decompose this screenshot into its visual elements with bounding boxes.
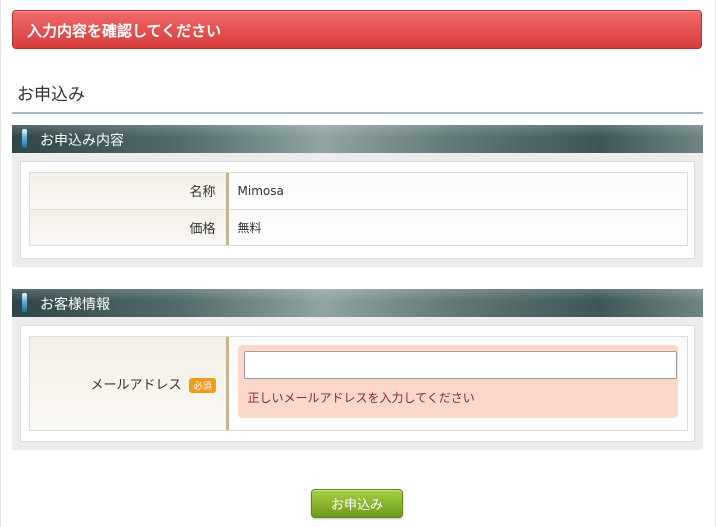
customer-section-body: メールアドレス 必須 正しいメールアドレスを入力してください	[12, 317, 703, 450]
order-table: 名称 Mimosa 価格 無料	[30, 173, 687, 245]
customer-section-panel: メールアドレス 必須 正しいメールアドレスを入力してください	[20, 325, 695, 442]
email-label-cell: メールアドレス 必須	[30, 337, 229, 430]
row-value-price: 無料	[227, 209, 687, 245]
row-value-name: Mimosa	[227, 173, 687, 210]
email-input[interactable]	[243, 351, 677, 379]
table-row: 価格 無料	[30, 209, 687, 245]
required-badge: 必須	[189, 378, 216, 393]
page-title: お申込み	[17, 85, 85, 105]
table-row: 名称 Mimosa	[30, 173, 687, 210]
row-label-price: 価格	[30, 209, 229, 245]
email-label: メールアドレス	[90, 378, 182, 393]
customer-section-title: お客様情報	[40, 297, 110, 313]
order-section-header: お申込み内容	[12, 125, 703, 153]
customer-table-frame: メールアドレス 必須 正しいメールアドレスを入力してください	[29, 336, 688, 431]
section-bar-icon	[22, 293, 27, 312]
table-row: メールアドレス 必須 正しいメールアドレスを入力してください	[30, 337, 687, 430]
customer-table: メールアドレス 必須 正しいメールアドレスを入力してください	[30, 337, 687, 430]
alert-message: 入力内容を確認してください	[27, 22, 222, 40]
title-divider	[12, 112, 703, 114]
customer-section-header: お客様情報	[12, 289, 703, 317]
submit-button[interactable]: お申込み	[311, 489, 403, 518]
row-label-name: 名称	[30, 173, 229, 210]
email-error-box: 正しいメールアドレスを入力してください	[237, 345, 678, 418]
order-table-frame: 名称 Mimosa 価格 無料	[29, 172, 688, 246]
order-section-body: 名称 Mimosa 価格 無料	[12, 153, 703, 267]
section-bar-icon	[22, 129, 27, 148]
email-value-cell: 正しいメールアドレスを入力してください	[227, 337, 687, 430]
validation-alert: 入力内容を確認してください	[12, 10, 702, 49]
order-section-title: お申込み内容	[40, 133, 124, 149]
order-section-panel: 名称 Mimosa 価格 無料	[20, 161, 695, 259]
email-error-message: 正しいメールアドレスを入力してください	[247, 391, 475, 405]
